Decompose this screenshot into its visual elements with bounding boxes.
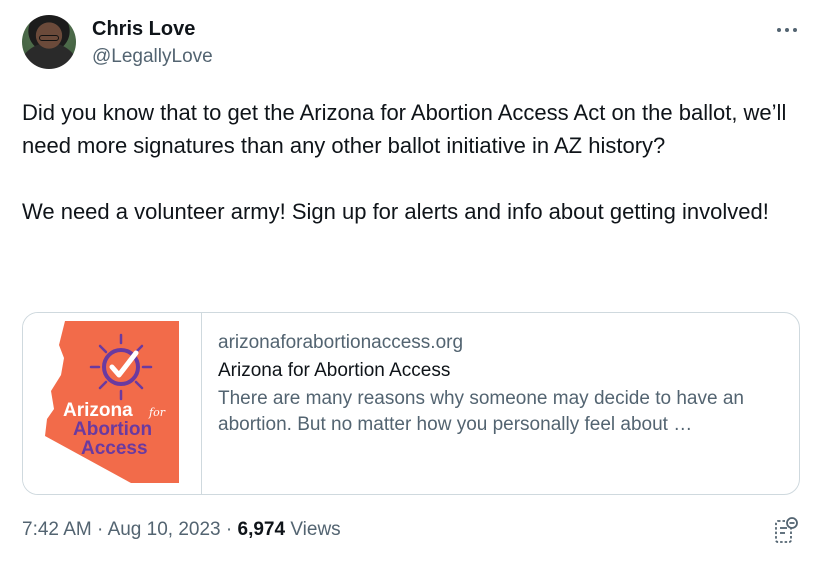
link-card[interactable]: Arizona for Abortion Access arizonaforab…: [22, 312, 800, 495]
meta-separator: ·: [97, 519, 104, 540]
tweet-text: Did you know that to get the Arizona for…: [22, 100, 787, 224]
views-label: Views: [290, 519, 341, 540]
logo-abortion-text: Abortion: [73, 419, 152, 440]
card-description: There are many reasons why someone may d…: [218, 388, 744, 435]
meta-separator: ·: [225, 519, 233, 540]
arizona-logo: Arizona for Abortion Access: [45, 321, 179, 483]
tweet-meta: 7:42 AM · Aug 10, 2023 · 6,974 Views: [22, 519, 341, 541]
author-name[interactable]: Chris Love: [92, 18, 195, 41]
tweet-time[interactable]: 7:42 AM: [22, 519, 92, 540]
avatar-glasses: [39, 35, 59, 41]
tweet-date[interactable]: Aug 10, 2023: [108, 519, 221, 540]
logo-arizona-text: Arizona: [63, 400, 133, 421]
card-title: Arizona for Abortion Access: [218, 360, 451, 381]
card-thumbnail: Arizona for Abortion Access: [23, 313, 202, 494]
bookmark-icon[interactable]: [772, 515, 800, 545]
author-handle[interactable]: @LegallyLove: [92, 46, 213, 68]
card-body[interactable]: arizonaforabortionaccess.org Arizona for…: [202, 313, 799, 494]
more-horizontal-icon[interactable]: [772, 16, 802, 44]
logo-for-text: for: [148, 406, 166, 419]
card-domain: arizonaforabortionaccess.org: [218, 332, 464, 353]
avatar[interactable]: [22, 15, 76, 69]
views-count: 6,974: [237, 519, 286, 540]
logo-access-text: Access: [81, 438, 148, 459]
